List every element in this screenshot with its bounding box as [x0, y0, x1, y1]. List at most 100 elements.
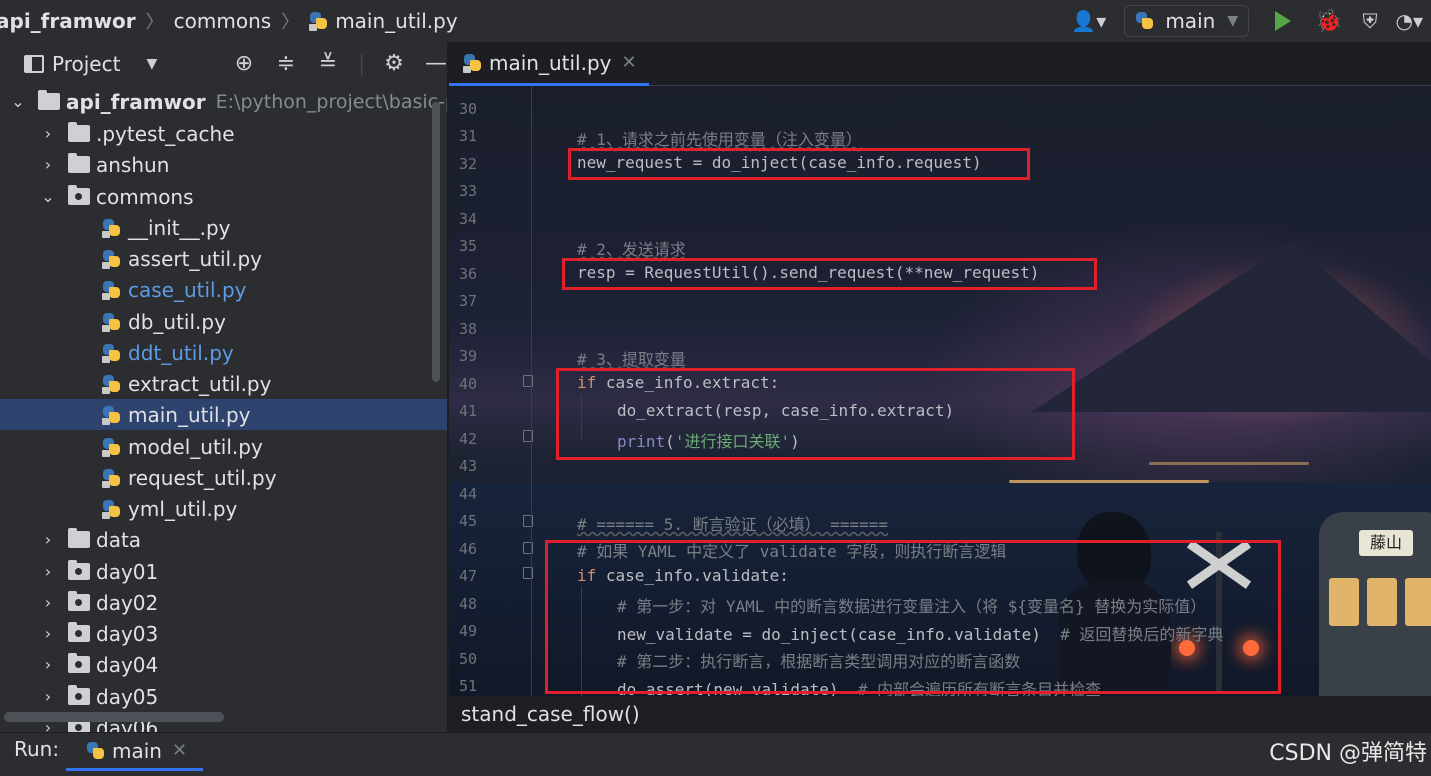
coverage-icon[interactable]: ⛨: [1363, 9, 1378, 33]
locate-icon[interactable]: ⊕: [232, 51, 256, 76]
run-config-label: main: [1165, 9, 1216, 33]
line-number: 30: [458, 100, 477, 118]
tree-item[interactable]: __init__.py: [0, 212, 447, 243]
tree-item[interactable]: › day01: [0, 556, 447, 587]
chevron-down-icon[interactable]: ▼: [146, 56, 157, 72]
line-number: 48: [458, 595, 477, 613]
tree-item-label: extract_util.py: [128, 371, 272, 396]
line-number: 43: [458, 457, 477, 475]
background-city-lights: [1009, 480, 1209, 483]
chevron-right-icon[interactable]: ›: [40, 562, 56, 581]
tree-item[interactable]: › day05: [0, 681, 447, 712]
project-panel-header: Project ▼ ⊕ ≑ ≚ | ⚙ —: [0, 42, 447, 86]
tree-item-label: yml_util.py: [128, 496, 238, 521]
tree-item[interactable]: › data: [0, 524, 447, 555]
user-icon[interactable]: 👤▾: [1071, 9, 1106, 33]
editor-tab[interactable]: main_util.py ✕: [449, 42, 649, 86]
tree-root[interactable]: ⌄ api_framwor E:\python_project\basic-p: [0, 86, 447, 117]
hide-icon[interactable]: —: [424, 51, 447, 76]
tree-item[interactable]: yml_util.py: [0, 493, 447, 524]
debug-icon[interactable]: 🐞: [1315, 9, 1342, 34]
vertical-scrollbar[interactable]: [432, 102, 440, 382]
tree-item-label: anshun: [96, 152, 170, 177]
code-editor[interactable]: 藤山 main_util.py ✕ 30 31 32 33 34 35 36 3…: [449, 42, 1431, 732]
tree-item-label: main_util.py: [128, 402, 251, 427]
profiler-icon[interactable]: ◔▾: [1396, 9, 1424, 33]
breadcrumb-file[interactable]: main_util.py: [335, 9, 458, 33]
project-panel-title[interactable]: Project: [52, 52, 120, 76]
tree-item-label: day01: [96, 559, 159, 584]
tree-root-name: api_framwor: [66, 89, 206, 114]
line-number: 40: [458, 375, 477, 393]
code-line-35: # 2、发送请求: [577, 236, 686, 260]
code-comment: # 3、提取变量: [577, 350, 686, 369]
line-number: 36: [458, 265, 477, 283]
tree-item[interactable]: › day03: [0, 618, 447, 649]
python-icon: [1135, 11, 1155, 31]
chevron-right-icon[interactable]: ›: [40, 687, 56, 706]
package-folder-icon: [68, 560, 90, 580]
line-number: 49: [458, 622, 477, 640]
expand-all-icon[interactable]: ≑: [274, 51, 298, 76]
tree-item[interactable]: › anshun: [0, 149, 447, 180]
tree-item[interactable]: assert_util.py: [0, 243, 447, 274]
tree-item[interactable]: › day02: [0, 587, 447, 618]
breadcrumb-folder[interactable]: commons: [174, 9, 272, 33]
run-tab[interactable]: main ✕: [66, 733, 204, 771]
editor-tab-label: main_util.py: [489, 50, 612, 75]
tree-item[interactable]: db_util.py: [0, 306, 447, 337]
python-file-icon: [102, 437, 122, 457]
tree-item-label: request_util.py: [128, 465, 277, 490]
chevron-right-icon[interactable]: ›: [40, 124, 56, 143]
tree-item-label: assert_util.py: [128, 246, 262, 271]
close-icon[interactable]: ✕: [172, 740, 187, 761]
folder-icon: [68, 122, 90, 142]
python-file-icon: [102, 405, 122, 425]
code-breadcrumb[interactable]: stand_case_flow(): [449, 696, 1431, 732]
tree-item-label: db_util.py: [128, 309, 226, 334]
chevron-right-icon[interactable]: ›: [40, 624, 56, 643]
line-number: 51: [458, 677, 477, 695]
line-number: 41: [458, 402, 477, 420]
python-file-icon: [309, 11, 329, 31]
tree-item[interactable]: ddt_util.py: [0, 337, 447, 368]
run-icon[interactable]: [1275, 11, 1292, 31]
tree-item[interactable]: request_util.py: [0, 462, 447, 493]
python-file-icon: [102, 374, 122, 394]
chevron-right-icon[interactable]: ›: [40, 530, 56, 549]
line-number: 39: [458, 347, 477, 365]
chevron-down-icon[interactable]: ⌄: [10, 92, 26, 111]
breadcrumb-separator-icon: 〉: [281, 12, 300, 33]
tree-item[interactable]: extract_util.py: [0, 368, 447, 399]
line-number: 44: [458, 485, 477, 503]
gear-icon[interactable]: ⚙: [382, 51, 406, 76]
chevron-right-icon[interactable]: ›: [40, 593, 56, 612]
chevron-right-icon[interactable]: ›: [40, 655, 56, 674]
run-config-selector[interactable]: main ▼: [1124, 5, 1250, 37]
chevron-down-icon[interactable]: ⌄: [40, 187, 56, 206]
python-file-icon: [463, 53, 483, 73]
breadcrumb-project[interactable]: api_framwor: [0, 9, 136, 33]
python-icon: [86, 741, 106, 761]
code-line-31: # 1、请求之前先使用变量（注入变量）: [577, 126, 862, 150]
line-number: 50: [458, 650, 477, 668]
tree-item[interactable]: case_util.py: [0, 274, 447, 305]
run-tool-window: Run: main ✕ CSDN @弹简特: [0, 732, 1431, 776]
chevron-right-icon[interactable]: ›: [40, 155, 56, 174]
collapse-all-icon[interactable]: ≚: [316, 51, 340, 76]
tree-item-selected[interactable]: main_util.py: [0, 399, 447, 430]
tree-item[interactable]: model_util.py: [0, 431, 447, 462]
line-number: 46: [458, 540, 477, 558]
tree-item[interactable]: › .pytest_cache: [0, 118, 447, 149]
indent-guide: [531, 86, 532, 696]
horizontal-scrollbar[interactable]: [4, 712, 224, 722]
tree-item-label: __init__.py: [128, 215, 231, 240]
line-number: 38: [458, 320, 477, 338]
tree-item[interactable]: › day04: [0, 649, 447, 680]
code-line-45: # ====== 5. 断言验证（必填） ======: [577, 511, 888, 535]
editor-tab-bar: main_util.py ✕: [449, 42, 1431, 86]
close-icon[interactable]: ✕: [622, 52, 637, 73]
highlight-box: [568, 148, 1030, 180]
watermark: CSDN @弹简特: [1269, 741, 1427, 766]
tree-item[interactable]: ⌄ commons: [0, 181, 447, 212]
